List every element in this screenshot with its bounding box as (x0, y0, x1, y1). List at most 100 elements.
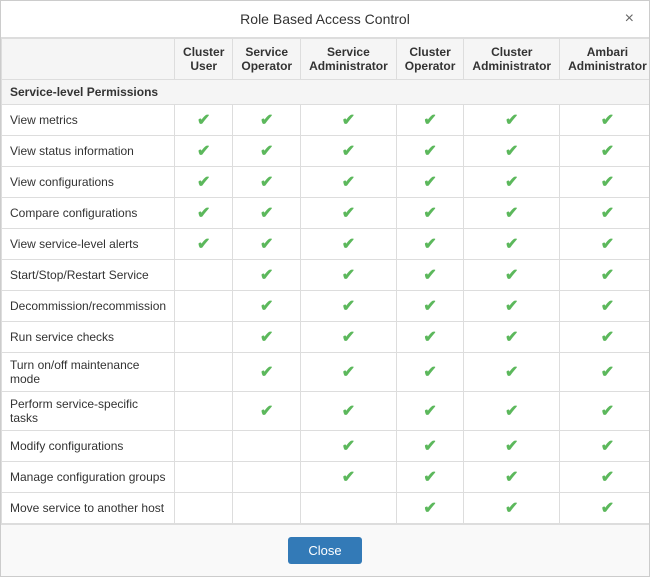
table-row: Run service checks✔✔✔✔✔ (2, 322, 650, 353)
permission-cell: ✔ (233, 198, 301, 229)
check-icon: ✔ (505, 469, 518, 486)
col-header-permission (2, 39, 175, 80)
permission-cell: ✔ (301, 105, 397, 136)
permission-cell: ✔ (175, 136, 233, 167)
permission-cell: ✔ (233, 260, 301, 291)
permission-cell: ✔ (301, 260, 397, 291)
permission-cell: ✔ (301, 392, 397, 431)
permission-cell (175, 291, 233, 322)
permission-cell: ✔ (233, 229, 301, 260)
check-icon: ✔ (260, 112, 273, 129)
col-header-cluster-administrator: Cluster Administrator (464, 39, 560, 80)
table-row: Turn on/off maintenance mode✔✔✔✔✔ (2, 353, 650, 392)
check-icon: ✔ (505, 364, 518, 381)
permission-cell: ✔ (301, 462, 397, 493)
close-x-button[interactable]: × (620, 9, 639, 29)
check-icon: ✔ (505, 298, 518, 315)
check-icon: ✔ (505, 403, 518, 420)
table-row: View service-level alerts✔✔✔✔✔✔ (2, 229, 650, 260)
check-icon: ✔ (342, 438, 355, 455)
check-icon: ✔ (423, 500, 436, 517)
permission-cell (175, 462, 233, 493)
table-row: Move service to another host✔✔✔ (2, 493, 650, 524)
permission-cell: ✔ (233, 167, 301, 198)
permission-label: Perform service-specific tasks (2, 392, 175, 431)
permission-cell: ✔ (560, 260, 649, 291)
check-icon: ✔ (197, 236, 210, 253)
permission-cell (301, 493, 397, 524)
permission-cell: ✔ (175, 229, 233, 260)
check-icon: ✔ (423, 112, 436, 129)
table-row: Decommission/recommission✔✔✔✔✔ (2, 291, 650, 322)
check-icon: ✔ (342, 329, 355, 346)
table-row: Manage configuration groups✔✔✔✔ (2, 462, 650, 493)
close-button[interactable]: Close (288, 537, 361, 564)
check-icon: ✔ (197, 174, 210, 191)
permission-label: View metrics (2, 105, 175, 136)
permission-cell: ✔ (560, 353, 649, 392)
permission-cell: ✔ (396, 198, 464, 229)
permission-cell: ✔ (464, 431, 560, 462)
check-icon: ✔ (601, 364, 614, 381)
check-icon: ✔ (260, 364, 273, 381)
col-header-service-operator: Service Operator (233, 39, 301, 80)
permission-cell: ✔ (464, 291, 560, 322)
permission-label: Run service checks (2, 322, 175, 353)
check-icon: ✔ (601, 438, 614, 455)
permission-cell: ✔ (396, 431, 464, 462)
permission-cell: ✔ (396, 136, 464, 167)
permission-cell: ✔ (560, 229, 649, 260)
table-container[interactable]: Cluster User Service Operator Service Ad… (1, 38, 649, 524)
check-icon: ✔ (342, 267, 355, 284)
table-body: Service-level PermissionsView metrics✔✔✔… (2, 80, 650, 524)
check-icon: ✔ (260, 205, 273, 222)
permission-cell: ✔ (464, 462, 560, 493)
permission-cell: ✔ (233, 291, 301, 322)
check-icon: ✔ (423, 298, 436, 315)
check-icon: ✔ (601, 329, 614, 346)
permission-cell: ✔ (233, 392, 301, 431)
permission-cell: ✔ (560, 198, 649, 229)
col-header-ambari-administrator: Ambari Administrator (560, 39, 649, 80)
permission-label: Move service to another host (2, 493, 175, 524)
modal-header: Role Based Access Control × (1, 1, 649, 38)
permission-cell: ✔ (396, 353, 464, 392)
check-icon: ✔ (423, 267, 436, 284)
permission-label: View service-level alerts (2, 229, 175, 260)
permission-cell: ✔ (396, 105, 464, 136)
check-icon: ✔ (342, 143, 355, 160)
permission-cell: ✔ (301, 136, 397, 167)
permission-cell: ✔ (175, 167, 233, 198)
check-icon: ✔ (505, 143, 518, 160)
modal: Role Based Access Control × Cluster User… (0, 0, 650, 577)
check-icon: ✔ (601, 174, 614, 191)
permission-cell: ✔ (301, 291, 397, 322)
table-row: Start/Stop/Restart Service✔✔✔✔✔ (2, 260, 650, 291)
check-icon: ✔ (342, 403, 355, 420)
permission-cell: ✔ (396, 260, 464, 291)
check-icon: ✔ (423, 174, 436, 191)
permission-cell: ✔ (464, 322, 560, 353)
check-icon: ✔ (342, 469, 355, 486)
permission-cell (175, 493, 233, 524)
permission-cell: ✔ (464, 105, 560, 136)
section-header-row: Service-level Permissions (2, 80, 650, 105)
permission-label: Turn on/off maintenance mode (2, 353, 175, 392)
check-icon: ✔ (342, 236, 355, 253)
permission-cell: ✔ (560, 462, 649, 493)
permission-label: Decommission/recommission (2, 291, 175, 322)
permission-cell: ✔ (464, 136, 560, 167)
permission-cell: ✔ (233, 136, 301, 167)
col-header-cluster-operator: Cluster Operator (396, 39, 464, 80)
check-icon: ✔ (423, 469, 436, 486)
check-icon: ✔ (505, 329, 518, 346)
permission-cell: ✔ (396, 322, 464, 353)
check-icon: ✔ (601, 112, 614, 129)
check-icon: ✔ (342, 112, 355, 129)
check-icon: ✔ (505, 205, 518, 222)
permission-cell: ✔ (560, 105, 649, 136)
check-icon: ✔ (601, 403, 614, 420)
permission-cell: ✔ (560, 291, 649, 322)
permission-label: View configurations (2, 167, 175, 198)
permission-label: Compare configurations (2, 198, 175, 229)
